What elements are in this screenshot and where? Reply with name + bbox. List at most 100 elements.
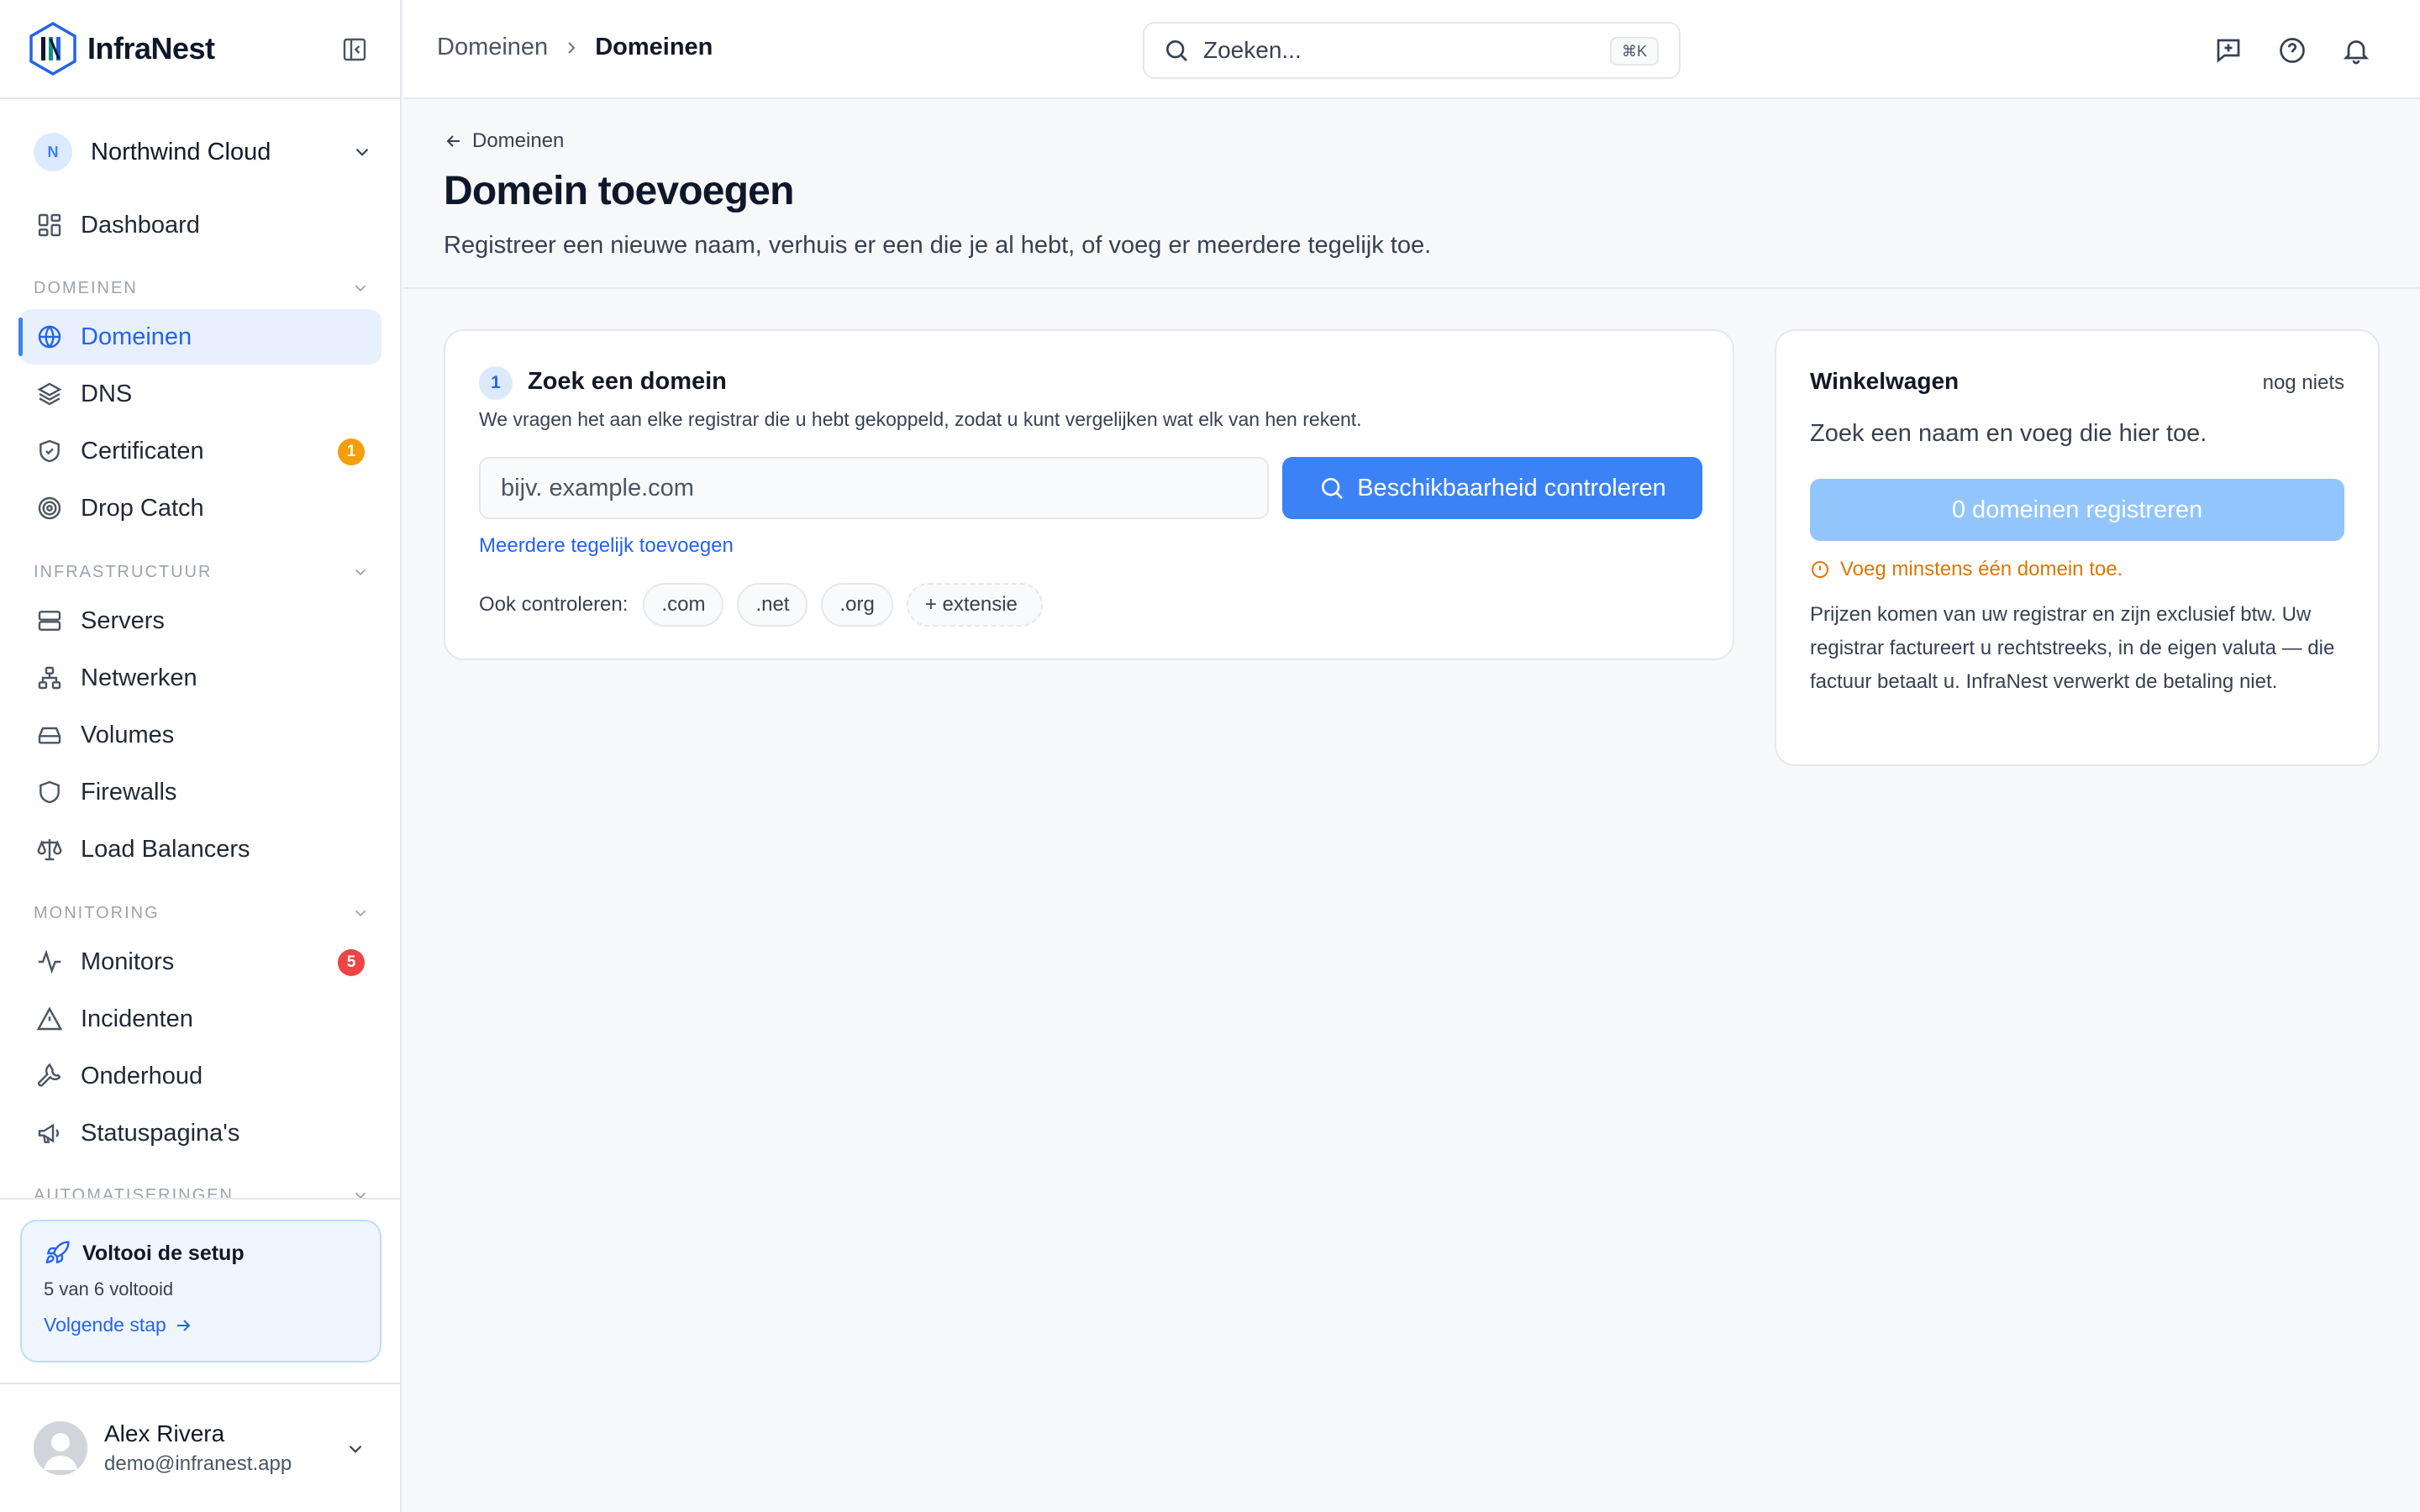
- next-step-label: Volgende stap: [44, 1314, 166, 1336]
- cart-warning: Voeg minstens één domein toe.: [1810, 558, 2123, 581]
- user-email: demo@infranest.app: [104, 1452, 292, 1475]
- breadcrumb-link-domains[interactable]: Domeinen: [437, 34, 548, 61]
- help-icon[interactable]: [2277, 35, 2307, 66]
- sidebar-item-label: Domeinen: [81, 323, 192, 350]
- sidebar: InfraNest N Northwind Cloud Dashboard DO…: [0, 0, 402, 1512]
- tld-chip-org[interactable]: .org: [821, 583, 893, 627]
- sidebar-item-label: Volumes: [81, 721, 175, 748]
- sidebar-item-networks[interactable]: Netwerken: [20, 650, 381, 706]
- shield-check-icon: [35, 437, 64, 465]
- infranest-logo-icon: [29, 22, 76, 76]
- search-icon: [1166, 40, 1187, 61]
- section-infrastructure[interactable]: INFRASTRUCTUUR: [34, 559, 370, 585]
- chevron-down-icon: [355, 569, 366, 576]
- user-name: Alex Rivera: [104, 1420, 225, 1446]
- server-icon: [35, 606, 64, 635]
- sidebar-item-certificates[interactable]: Certificaten 1: [20, 423, 381, 479]
- org-avatar: N: [34, 133, 72, 171]
- chevron-down-icon: [355, 285, 366, 292]
- section-monitoring[interactable]: MONITORING: [34, 900, 370, 926]
- tld-chip-net[interactable]: .net: [737, 583, 808, 627]
- sidebar-item-dashboard[interactable]: Dashboard: [20, 197, 381, 253]
- search-placeholder: Zoeken...: [1203, 37, 1302, 63]
- wrench-icon: [35, 1062, 64, 1090]
- section-automation[interactable]: AUTOMATISERINGEN: [34, 1183, 370, 1200]
- sidebar-item-domains[interactable]: Domeinen: [18, 309, 381, 365]
- page-subtitle: Registreer een nieuwe naam, verhuis er e…: [444, 232, 1432, 259]
- certificates-badge: 1: [338, 438, 365, 465]
- dashboard-icon: [35, 211, 64, 239]
- chevron-right-icon: [568, 41, 576, 54]
- sidebar-item-drop-catch[interactable]: Drop Catch: [20, 480, 381, 536]
- check-availability-button[interactable]: Beschikbaarheid controleren: [1282, 457, 1702, 519]
- org-switcher[interactable]: N Northwind Cloud: [34, 133, 373, 171]
- cart-title: Winkelwagen: [1810, 368, 1960, 394]
- section-domains[interactable]: DOMEINEN: [34, 276, 370, 301]
- add-multiple-link[interactable]: Meerdere tegelijk toevoegen: [479, 534, 734, 558]
- arrow-right-icon: [176, 1319, 191, 1331]
- sidebar-item-label: Statuspagina's: [81, 1119, 240, 1147]
- bell-icon[interactable]: [2341, 35, 2371, 66]
- target-icon: [35, 494, 64, 522]
- collapse-sidebar-icon[interactable]: [341, 36, 368, 63]
- app-name: InfraNest: [87, 31, 215, 66]
- global-search[interactable]: Zoeken... ⌘K: [1143, 22, 1681, 79]
- layers-icon: [35, 380, 64, 408]
- sidebar-item-volumes[interactable]: Volumes: [20, 707, 381, 763]
- domain-input[interactable]: [479, 457, 1269, 519]
- register-domains-button[interactable]: 0 domeinen registreren: [1810, 479, 2344, 541]
- card-title: Zoek een domein: [528, 368, 727, 395]
- cart-card: Winkelwagen nog niets Zoek een naam en v…: [1775, 329, 2380, 766]
- also-check-label: Ook controleren:: [479, 593, 629, 616]
- sidebar-item-label: Firewalls: [81, 778, 177, 806]
- sidebar-item-label: Certificaten: [81, 437, 204, 465]
- cart-pricing-note: Prijzen komen van uw registrar en zijn e…: [1810, 603, 2335, 693]
- cart-warning-text: Voeg minstens één domein toe.: [1840, 558, 2123, 580]
- divider: [0, 1198, 402, 1200]
- network-icon: [35, 664, 64, 692]
- sidebar-item-firewalls[interactable]: Firewalls: [20, 764, 381, 820]
- chevron-down-icon: [349, 1445, 362, 1453]
- setup-card: Voltooi de setup 5 van 6 voltooid Volgen…: [20, 1220, 381, 1362]
- monitors-badge: 5: [338, 949, 365, 976]
- megaphone-icon: [35, 1119, 64, 1147]
- sidebar-item-maintenance[interactable]: Onderhoud: [20, 1048, 381, 1104]
- section-label: MONITORING: [34, 903, 160, 922]
- user-menu[interactable]: Alex Rivera demo@infranest.app: [0, 1383, 402, 1512]
- chevron-down-icon: [355, 148, 369, 156]
- setup-title: Voltooi de setup: [82, 1241, 245, 1265]
- chevron-down-icon: [355, 910, 366, 917]
- check-availability-label: Beschikbaarheid controleren: [1357, 474, 1666, 501]
- back-link[interactable]: Domeinen: [444, 129, 564, 153]
- sidebar-item-dns[interactable]: DNS: [20, 366, 381, 422]
- org-name: Northwind Cloud: [91, 138, 271, 165]
- sidebar-item-incidents[interactable]: Incidenten: [20, 991, 381, 1047]
- activity-icon: [35, 948, 64, 976]
- rocket-icon: [45, 1241, 70, 1264]
- globe-icon: [35, 323, 64, 351]
- step-number: 1: [479, 366, 513, 400]
- sidebar-item-monitors[interactable]: Monitors 5: [20, 934, 381, 990]
- sidebar-item-load-balancers[interactable]: Load Balancers: [20, 822, 381, 877]
- sidebar-item-label: Load Balancers: [81, 835, 250, 863]
- sidebar-item-label: Monitors: [81, 948, 175, 975]
- alert-triangle-icon: [35, 1005, 64, 1033]
- sidebar-item-status-pages[interactable]: Statuspagina's: [20, 1105, 381, 1161]
- feedback-icon[interactable]: [2213, 35, 2244, 66]
- section-label: INFRASTRUCTUUR: [34, 562, 213, 581]
- next-step-link[interactable]: Volgende stap: [44, 1314, 358, 1336]
- avatar: [34, 1421, 87, 1475]
- logo-row: InfraNest: [0, 0, 400, 99]
- also-check-row: Ook controleren: .com .net .org + extens…: [479, 583, 1056, 627]
- sidebar-item-label: DNS: [81, 380, 133, 407]
- cart-hint: Zoek een naam en voeg die hier toe.: [1810, 420, 2207, 447]
- topbar: Domeinen Domeinen Zoeken... ⌘K: [403, 0, 2420, 99]
- page-header: Domeinen Domein toevoegen Registreer een…: [403, 101, 2420, 289]
- alert-circle-icon: [1812, 561, 1828, 578]
- add-extension-chip[interactable]: + extensie: [906, 583, 1043, 627]
- tld-chip-com[interactable]: .com: [643, 583, 724, 627]
- breadcrumb: Domeinen Domeinen: [437, 34, 713, 61]
- sidebar-item-label: Incidenten: [81, 1005, 193, 1032]
- sidebar-item-label: Netwerken: [81, 664, 197, 691]
- sidebar-item-servers[interactable]: Servers: [20, 593, 381, 648]
